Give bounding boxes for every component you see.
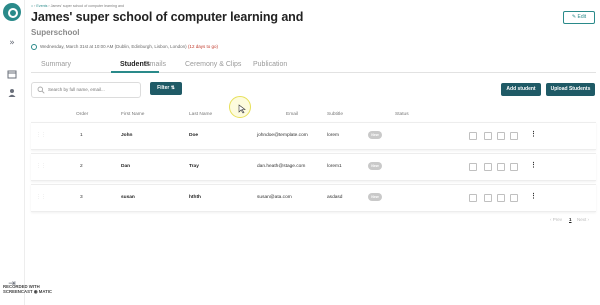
comment-icon[interactable] [510,132,518,140]
clock-icon [31,44,37,50]
pagination-page[interactable]: 1 [569,217,572,222]
pagination-prev[interactable]: ‹ Prev [550,217,562,222]
cell-subtitle: lorem [327,133,339,138]
more-options-icon[interactable]: ⋮ [530,161,537,169]
search-input[interactable] [48,85,136,94]
tab-emails[interactable]: Emails [145,61,166,68]
column-header-last-name[interactable]: Last Name [189,112,212,117]
add-student-button[interactable]: Add student [501,83,541,96]
tab-bar: Summary Students Emails Ceremony & Clips… [31,58,596,73]
cell-last-name: Doe [189,133,199,138]
copy-icon[interactable] [497,194,505,202]
app-logo[interactable] [3,3,21,21]
watermark-line2: SCREENCAST ◉ MATIC [3,289,53,294]
more-options-icon[interactable]: ⋮ [530,192,537,200]
event-datetime: Wednesday, March 31st at 10:00 AM (Dubli… [31,44,218,50]
screencast-watermark: RECORDED WITH SCREENCAST ◉ MATIC [3,284,52,294]
column-header-email[interactable]: Email [286,112,298,117]
expand-sidebar-icon[interactable]: » [6,37,18,49]
copy-icon[interactable] [497,132,505,140]
clip-icon[interactable] [469,163,477,171]
table-row[interactable]: ⋮⋮ 3 susan hthth susan@ata.com asdasd Ne… [31,184,596,212]
cell-first-name: Dan [121,164,131,169]
column-header-first-name[interactable]: First Name [121,112,144,117]
status-badge: New [368,193,382,201]
column-header-status[interactable]: Status [395,112,409,117]
page-title-continued: Superschool [31,28,80,37]
copy-icon[interactable] [497,163,505,171]
active-tab-indicator [111,71,159,73]
table-row[interactable]: ⋮⋮ 2 Dan Tray dan.heath@stage.com lorem1… [31,153,596,181]
column-header-subtitle[interactable]: Subtitle [327,112,343,117]
breadcrumb-current: James' super school of computer learning… [50,4,124,8]
table-row[interactable]: ⋮⋮ 1 John Doe johndoe@template.com lorem… [31,122,596,150]
tab-publication[interactable]: Publication [253,61,287,68]
upload-students-button[interactable]: Upload Students [546,83,595,96]
tab-ceremony-clips[interactable]: Ceremony & Clips [185,61,241,68]
cell-email: dan.heath@stage.com [257,164,306,169]
page-title: James' super school of computer learning… [31,10,304,24]
cell-first-name: John [121,133,133,138]
filter-button-label: Filter [157,85,170,91]
status-badge: New [368,131,382,139]
cell-email: susan@ata.com [257,195,292,200]
filter-icon: ⇅ [170,85,175,91]
user-icon[interactable] [6,87,18,99]
filter-button[interactable]: Filter ⇅ [150,82,182,95]
more-options-icon[interactable]: ⋮ [530,130,537,138]
sidebar: » ⇥ [0,0,25,305]
search-icon [37,86,45,94]
cell-last-name: Tray [189,164,199,169]
cursor-highlight [229,96,251,118]
status-badge: New [368,162,382,170]
mouse-cursor-icon [238,104,246,114]
search-box[interactable] [31,82,141,98]
event-datetime-text: Wednesday, March 31st at 10:00 AM (Dubli… [40,44,187,50]
cell-subtitle: asdasd [327,195,343,200]
drag-handle-icon[interactable]: ⋮⋮ [36,194,46,201]
breadcrumb-events[interactable]: Events [36,4,47,8]
column-header-order: Order [76,112,89,117]
days-to-go: (12 days to go) [187,44,218,50]
cell-email: johndoe@template.com [257,133,308,138]
cell-order: 3 [80,195,83,200]
home-icon[interactable]: ⌂ [31,4,33,8]
comment-icon[interactable] [510,163,518,171]
document-icon[interactable] [484,132,492,140]
drag-handle-icon[interactable]: ⋮⋮ [36,132,46,139]
cell-order: 1 [80,133,83,138]
cell-order: 2 [80,164,83,169]
edit-button-label: Edit [577,14,587,20]
document-icon[interactable] [484,194,492,202]
cell-last-name: hthth [189,195,201,200]
comment-icon[interactable] [510,194,518,202]
drag-handle-icon[interactable]: ⋮⋮ [36,163,46,170]
breadcrumb: ⌂ › Events › James' super school of comp… [31,4,124,8]
document-icon[interactable] [484,163,492,171]
clip-icon[interactable] [469,132,477,140]
cell-first-name: susan [121,195,135,200]
pagination-next[interactable]: Next › [577,217,589,222]
clip-icon[interactable] [469,194,477,202]
tab-summary[interactable]: Summary [41,61,71,68]
edit-button[interactable]: ✎ Edit [563,11,595,24]
cell-subtitle: lorem1 [327,164,342,169]
calendar-icon[interactable] [6,68,18,80]
